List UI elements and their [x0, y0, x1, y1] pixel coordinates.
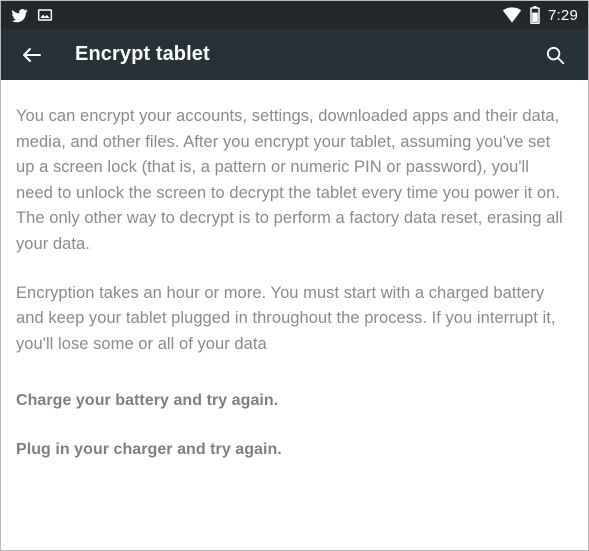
search-icon[interactable]	[538, 38, 572, 72]
encryption-duration-paragraph: Encryption takes an hour or more. You mu…	[16, 283, 556, 353]
device-screen: 7:29 Encrypt tablet You can encrypt your…	[0, 0, 589, 551]
twitter-icon	[11, 7, 28, 24]
encryption-info-panel: You can encrypt your accounts, settings,…	[1, 80, 588, 550]
action-bar: Encrypt tablet	[1, 29, 588, 80]
wifi-icon	[502, 7, 522, 23]
back-arrow-icon[interactable]	[15, 38, 49, 72]
status-bar: 7:29	[1, 1, 588, 29]
charge-battery-warning: Charge your battery and try again.	[16, 392, 279, 410]
page-title: Encrypt tablet	[75, 43, 210, 65]
battery-icon	[530, 6, 540, 25]
photo-icon	[37, 7, 53, 23]
status-bar-notification-icons	[11, 7, 53, 24]
plug-in-charger-warning: Plug in your charger and try again.	[16, 441, 282, 459]
status-bar-clock: 7:29	[548, 6, 578, 24]
encryption-description-paragraph: You can encrypt your accounts, settings,…	[16, 107, 563, 253]
status-bar-system-icons: 7:29	[502, 6, 578, 25]
